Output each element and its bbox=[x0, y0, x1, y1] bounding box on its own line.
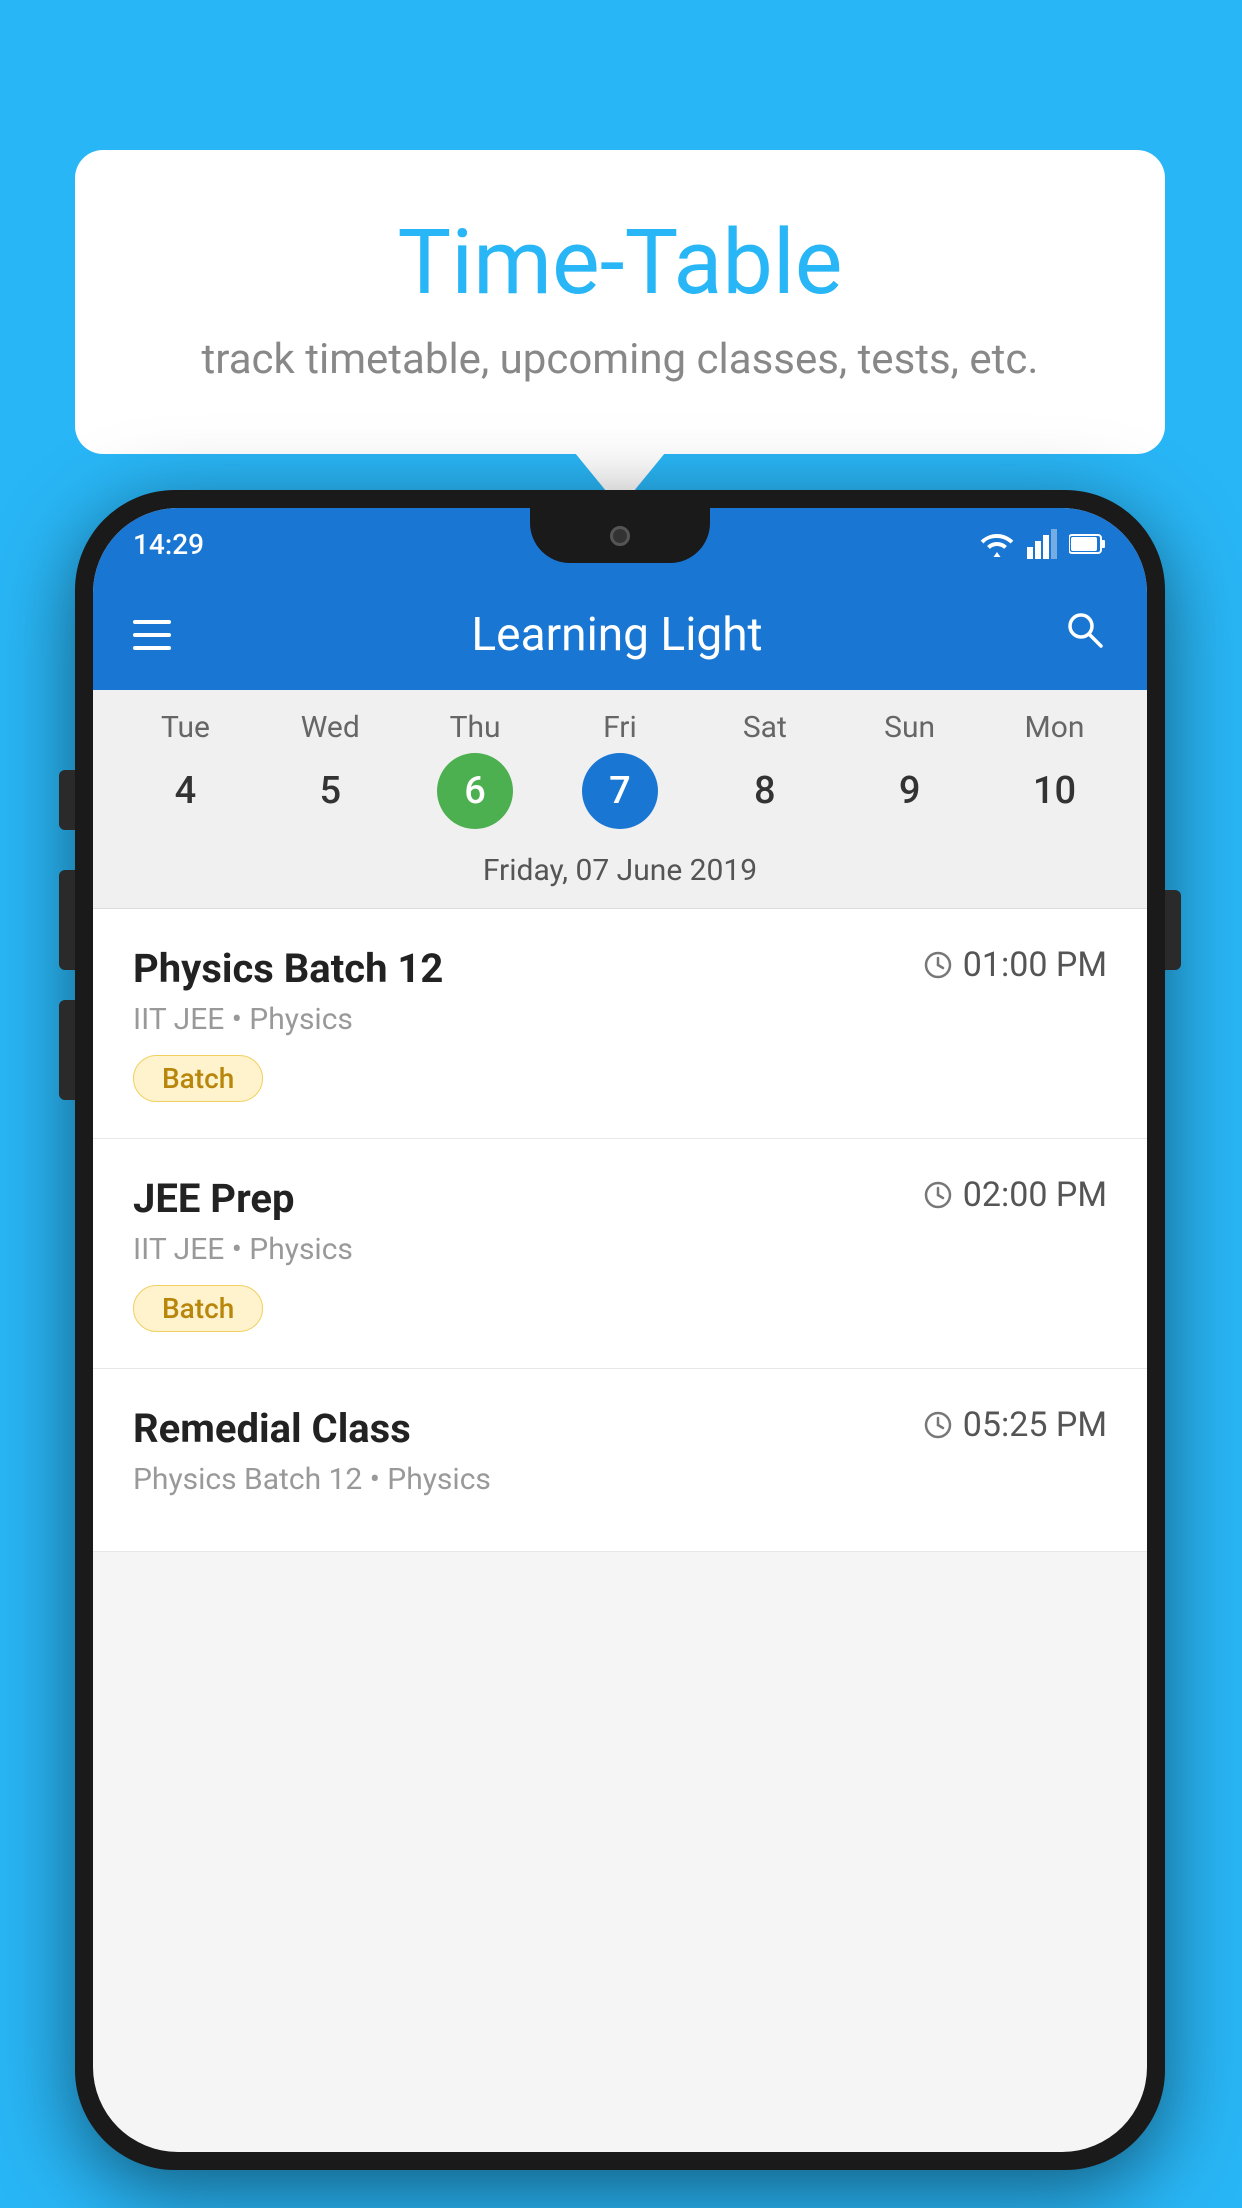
day-name: Fri bbox=[603, 710, 637, 745]
batch-badge: Batch bbox=[133, 1285, 263, 1332]
phone-screen: 14:29 bbox=[93, 508, 1147, 2152]
tooltip-subtitle: track timetable, upcoming classes, tests… bbox=[155, 335, 1085, 384]
status-time: 14:29 bbox=[133, 528, 204, 561]
class-name: Physics Batch 12 bbox=[133, 945, 443, 992]
day-number: 10 bbox=[1016, 753, 1092, 829]
day-name: Sun bbox=[884, 710, 935, 745]
volume-up-button bbox=[59, 870, 75, 970]
day-number: 9 bbox=[872, 753, 948, 829]
class-card-header: Remedial Class 05:25 PM bbox=[133, 1405, 1107, 1452]
clock-icon bbox=[923, 1180, 953, 1210]
phone-notch bbox=[530, 508, 710, 563]
batch-badge: Batch bbox=[133, 1055, 263, 1102]
days-row: Tue 4 Wed 5 Thu 6 Fri 7 Sat 8 Sun 9 Mon 10 bbox=[93, 710, 1147, 829]
app-bar: Learning Light bbox=[93, 580, 1147, 690]
class-list: Physics Batch 12 01:00 PM IIT JEE • Phys… bbox=[93, 909, 1147, 1552]
day-number: 6 bbox=[437, 753, 513, 829]
day-number: 5 bbox=[292, 753, 368, 829]
day-number: 8 bbox=[727, 753, 803, 829]
day-number: 7 bbox=[582, 753, 658, 829]
app-bar-title: Learning Light bbox=[471, 608, 762, 662]
day-name: Sat bbox=[743, 710, 787, 745]
tooltip-card: Time-Table track timetable, upcoming cla… bbox=[75, 150, 1165, 454]
day-col-wed[interactable]: Wed 5 bbox=[265, 710, 395, 829]
class-card-0[interactable]: Physics Batch 12 01:00 PM IIT JEE • Phys… bbox=[93, 909, 1147, 1139]
hamburger-menu-button[interactable] bbox=[133, 620, 171, 650]
tooltip-title: Time-Table bbox=[155, 210, 1085, 315]
calendar-strip: Tue 4 Wed 5 Thu 6 Fri 7 Sat 8 Sun 9 Mon 10 Friday, 07… bbox=[93, 690, 1147, 909]
class-time: 01:00 PM bbox=[923, 945, 1107, 985]
day-name: Wed bbox=[301, 710, 360, 745]
day-name: Tue bbox=[161, 710, 210, 745]
class-time: 02:00 PM bbox=[923, 1175, 1107, 1215]
day-col-sat[interactable]: Sat 8 bbox=[700, 710, 830, 829]
clock-icon bbox=[923, 1410, 953, 1440]
signal-icon bbox=[1027, 529, 1057, 559]
day-name: Thu bbox=[450, 710, 501, 745]
wifi-icon bbox=[979, 530, 1015, 558]
search-button[interactable] bbox=[1063, 608, 1107, 663]
day-name: Mon bbox=[1025, 710, 1085, 745]
day-col-sun[interactable]: Sun 9 bbox=[845, 710, 975, 829]
class-card-header: Physics Batch 12 01:00 PM bbox=[133, 945, 1107, 992]
day-number: 4 bbox=[147, 753, 223, 829]
volume-down-button bbox=[59, 1000, 75, 1100]
day-col-mon[interactable]: Mon 10 bbox=[989, 710, 1119, 829]
class-meta: IIT JEE • Physics bbox=[133, 1002, 1107, 1037]
class-card-header: JEE Prep 02:00 PM bbox=[133, 1175, 1107, 1222]
class-card-2[interactable]: Remedial Class 05:25 PM Physics Batch 12… bbox=[93, 1369, 1147, 1552]
class-meta: IIT JEE • Physics bbox=[133, 1232, 1107, 1267]
day-col-tue[interactable]: Tue 4 bbox=[120, 710, 250, 829]
status-icons bbox=[979, 529, 1107, 559]
day-col-thu[interactable]: Thu 6 bbox=[410, 710, 540, 829]
battery-icon bbox=[1069, 533, 1107, 555]
day-col-fri[interactable]: Fri 7 bbox=[555, 710, 685, 829]
class-meta: Physics Batch 12 • Physics bbox=[133, 1462, 1107, 1497]
camera bbox=[610, 526, 630, 546]
selected-date-label: Friday, 07 June 2019 bbox=[93, 839, 1147, 909]
mute-button bbox=[59, 770, 75, 830]
status-bar: 14:29 bbox=[93, 508, 1147, 580]
power-button bbox=[1165, 890, 1181, 970]
class-card-1[interactable]: JEE Prep 02:00 PM IIT JEE • Physics Batc… bbox=[93, 1139, 1147, 1369]
class-time: 05:25 PM bbox=[923, 1405, 1107, 1445]
class-name: JEE Prep bbox=[133, 1175, 294, 1222]
phone-mockup: 14:29 bbox=[75, 490, 1165, 2170]
class-name: Remedial Class bbox=[133, 1405, 411, 1452]
clock-icon bbox=[923, 950, 953, 980]
